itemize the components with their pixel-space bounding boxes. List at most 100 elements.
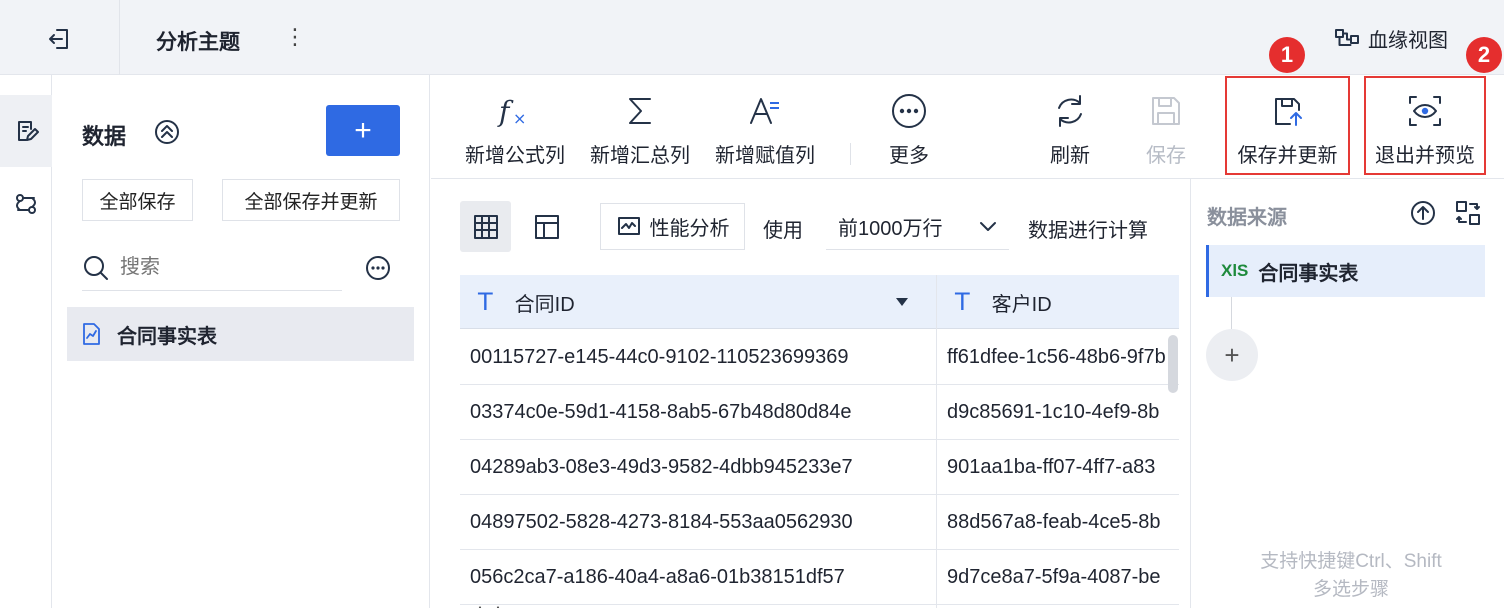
sort-dropdown-icon[interactable] bbox=[894, 296, 910, 308]
toolbar: f × 新增公式列 新增汇总列 新增赋值列 更多 刷新 保存 保存并更新 退出并预… bbox=[431, 75, 1504, 179]
search-input[interactable] bbox=[120, 256, 320, 279]
refresh-button[interactable]: 刷新 bbox=[1028, 75, 1112, 179]
data-table: T 合同ID T 客户ID 00115727-e145-44c0-9102-11… bbox=[460, 275, 1179, 608]
chevron-down-icon bbox=[980, 222, 996, 231]
table-row: 056c2ca7-a186-40a4-a8a6-01b38151df57 9d7… bbox=[460, 550, 1179, 605]
row-limit-select[interactable]: 前1000万行 bbox=[826, 203, 1009, 250]
table-cell[interactable]: d9c85691-1c10-4ef9-8b bbox=[947, 385, 1179, 440]
save-and-update-button[interactable]: 保存并更新 bbox=[1227, 75, 1348, 179]
table-cell[interactable]: 9d7ce8a7-5f9a-4087-be bbox=[947, 550, 1179, 605]
column-divider bbox=[936, 275, 937, 608]
shortcut-hint: 支持快捷键Ctrl、Shift 多选步骤 bbox=[1231, 548, 1471, 604]
switch-source-icon[interactable] bbox=[1454, 199, 1482, 227]
source-table-label: 合同事实表 bbox=[1258, 262, 1359, 285]
source-table-item[interactable]: XlS 合同事实表 bbox=[1206, 245, 1485, 297]
exit-and-preview-label: 退出并预览 bbox=[1375, 145, 1475, 167]
add-assign-column-label: 新增赋值列 bbox=[715, 145, 815, 167]
shortcut-hint-line2: 多选步骤 bbox=[1312, 579, 1389, 600]
performance-icon bbox=[617, 216, 640, 235]
table-row: 04897502-5828-4273-8184-553aa0562930 88d… bbox=[460, 495, 1179, 550]
top-bar-divider bbox=[119, 0, 120, 75]
rail-data-edit-icon[interactable] bbox=[0, 95, 52, 167]
save-all-update-button[interactable]: 全部保存并更新 bbox=[222, 179, 400, 221]
data-source-title: 数据来源 bbox=[1207, 207, 1287, 229]
row-limit-value: 前1000万行 bbox=[838, 217, 943, 240]
more-options-icon[interactable] bbox=[364, 254, 392, 282]
add-formula-column-label: 新增公式列 bbox=[465, 145, 565, 167]
history-upload-icon[interactable] bbox=[1409, 199, 1437, 227]
add-step-button[interactable]: + bbox=[1206, 329, 1258, 381]
calc-label: 数据进行计算 bbox=[1028, 220, 1148, 242]
page-title: 分析主题 bbox=[156, 31, 240, 54]
table-row: 00115727-e145-44c0-9102-110523699369 ff6… bbox=[460, 330, 1179, 385]
grid-view-icon[interactable] bbox=[460, 201, 511, 252]
lineage-view-button[interactable]: 血缘视图 bbox=[1334, 24, 1448, 53]
save-button[interactable]: 保存 bbox=[1124, 75, 1208, 179]
step-badge-1: 1 bbox=[1269, 37, 1305, 73]
table-list-item-label: 合同事实表 bbox=[117, 325, 217, 348]
assign-icon bbox=[750, 98, 779, 124]
exit-and-preview-button[interactable]: 退出并预览 bbox=[1366, 75, 1484, 179]
formula-icon: f × bbox=[497, 95, 526, 128]
add-summary-column-button[interactable]: 新增汇总列 bbox=[581, 75, 699, 179]
text-type-icon: T bbox=[955, 288, 970, 316]
table-cell[interactable]: 00115727-e145-44c0-9102-110523699369 bbox=[470, 330, 930, 385]
vertical-scrollbar[interactable] bbox=[1168, 335, 1178, 393]
left-rail bbox=[0, 75, 52, 608]
table-cell[interactable]: 056c2ca7-a186-40a4-a8a6-01b38151df57 bbox=[470, 550, 930, 605]
use-label: 使用 bbox=[763, 220, 803, 242]
table-cell[interactable]: ff61dfee-1c56-48b6-9f7b bbox=[947, 330, 1179, 385]
refresh-icon bbox=[1058, 95, 1082, 127]
save-icon bbox=[1152, 97, 1180, 125]
flow-connector bbox=[1231, 297, 1232, 331]
shortcut-hint-line1: 支持快捷键Ctrl、Shift bbox=[1260, 551, 1442, 572]
performance-analysis-label: 性能分析 bbox=[649, 218, 730, 240]
table-row: 03374c0e-59d1-4158-8ab5-67b48d80d84e d9c… bbox=[460, 385, 1179, 440]
save-label: 保存 bbox=[1146, 145, 1186, 167]
rail-flow-icon[interactable] bbox=[0, 181, 52, 227]
add-data-button[interactable]: + bbox=[326, 105, 400, 156]
table-cell[interactable]: 03374c0e-59d1-4158-8ab5-67b48d80d84e bbox=[470, 385, 930, 440]
column-header-label: 合同ID bbox=[514, 293, 575, 316]
svg-text:×: × bbox=[513, 109, 526, 128]
data-panel: 数据 + 全部保存 全部保存并更新 合同事实表 ⋮⋮ bbox=[52, 75, 508, 608]
text-type-icon: T bbox=[478, 288, 493, 316]
performance-analysis-button[interactable]: 性能分析 bbox=[600, 203, 745, 250]
column-header-customer-id[interactable]: T 客户ID bbox=[937, 275, 1179, 329]
add-summary-column-label: 新增汇总列 bbox=[590, 145, 690, 167]
title-more-icon[interactable]: ⋮ bbox=[284, 24, 306, 50]
sigma-icon bbox=[629, 98, 651, 124]
toolbar-divider bbox=[850, 143, 851, 165]
table-cell[interactable]: 88d567a8-feab-4ce5-8b bbox=[947, 495, 1179, 550]
layout-view-icon[interactable] bbox=[521, 201, 572, 252]
search-icon bbox=[84, 255, 108, 280]
more-icon bbox=[892, 94, 926, 128]
more-button[interactable]: 更多 bbox=[867, 75, 951, 179]
step-badge-2: 2 bbox=[1466, 37, 1502, 73]
add-assign-column-button[interactable]: 新增赋值列 bbox=[706, 75, 824, 179]
save-update-icon bbox=[1274, 98, 1302, 126]
save-and-update-label: 保存并更新 bbox=[1237, 145, 1338, 167]
data-source-panel: 数据来源 XlS 合同事实表 + 支持快捷键Ctrl、Shift 多选步骤 bbox=[1190, 179, 1504, 608]
add-formula-column-button[interactable]: f × 新增公式列 bbox=[456, 75, 574, 179]
more-label: 更多 bbox=[889, 145, 929, 167]
table-cell[interactable]: 901aa1ba-ff07-4ff7-a83 bbox=[947, 440, 1179, 495]
table-row: 04289ab3-08e3-49d3-9582-4dbb945233e7 901… bbox=[460, 440, 1179, 495]
search-box bbox=[82, 245, 342, 291]
table-header: T 合同ID T 客户ID bbox=[460, 275, 1179, 329]
svg-text:f: f bbox=[497, 95, 514, 128]
chart-file-icon bbox=[83, 323, 100, 345]
excel-file-icon: XlS bbox=[1221, 261, 1249, 280]
lineage-view-label: 血缘视图 bbox=[1368, 30, 1448, 52]
table-list-item[interactable]: 合同事实表 bbox=[67, 307, 414, 361]
collapse-up-icon[interactable] bbox=[153, 118, 181, 146]
exit-icon[interactable] bbox=[42, 22, 76, 56]
table-cell[interactable]: 04289ab3-08e3-49d3-9582-4dbb945233e7 bbox=[470, 440, 930, 495]
save-all-button[interactable]: 全部保存 bbox=[82, 179, 193, 221]
data-panel-title: 数据 bbox=[82, 124, 127, 149]
lineage-icon bbox=[1335, 28, 1359, 46]
eye-preview-icon bbox=[1409, 96, 1441, 126]
table-cell[interactable]: 04897502-5828-4273-8184-553aa0562930 bbox=[470, 495, 930, 550]
refresh-label: 刷新 bbox=[1050, 145, 1090, 167]
column-header-contract-id[interactable]: T 合同ID bbox=[460, 275, 936, 329]
